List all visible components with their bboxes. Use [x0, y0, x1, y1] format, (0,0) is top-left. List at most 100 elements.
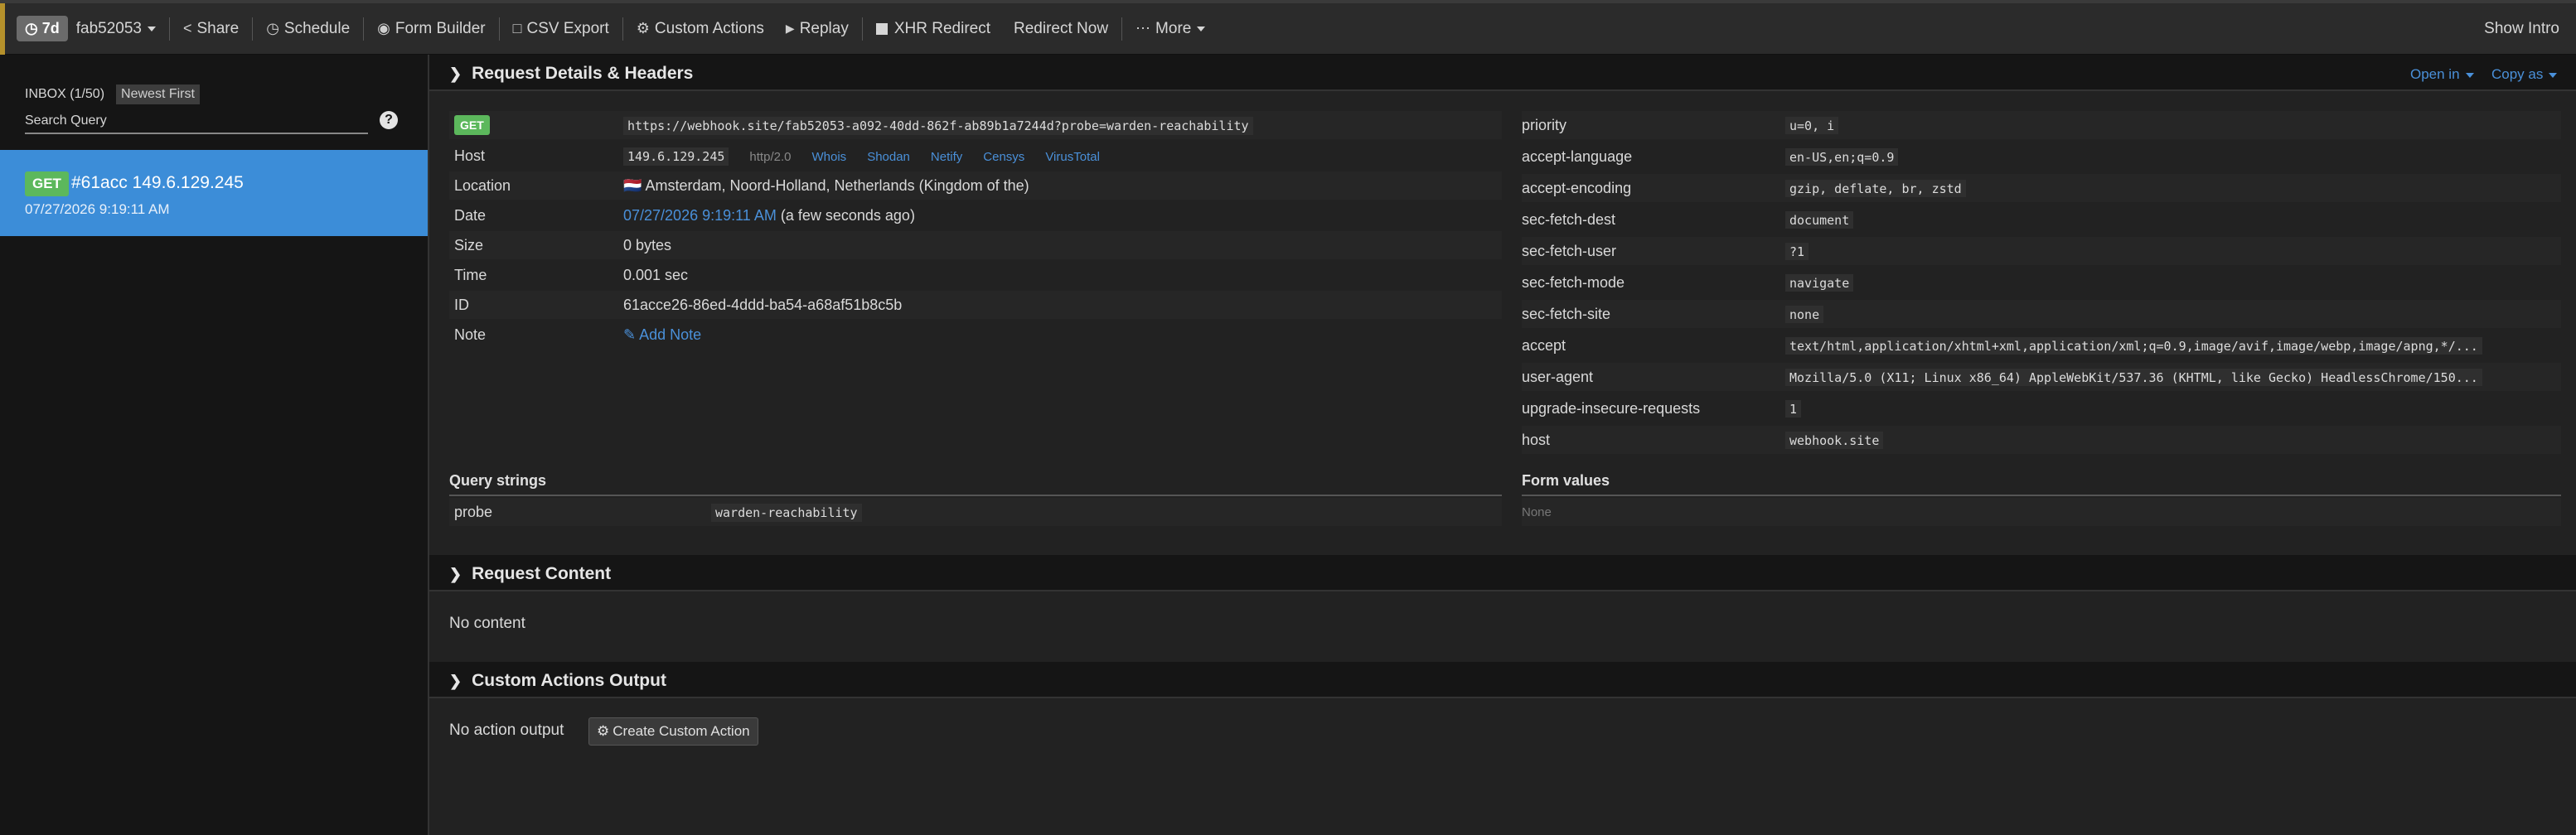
header-value-cell: document: [1785, 210, 1854, 229]
xhr-redirect-toggle[interactable]: XHR Redirect: [875, 20, 990, 38]
header-name: upgrade-insecure-requests: [1522, 399, 1701, 417]
netify-link[interactable]: Netify: [931, 150, 962, 164]
copy-as-dropdown[interactable]: Copy as: [2491, 66, 2558, 83]
host-label: Host: [454, 147, 486, 164]
chevron-down-icon: ❯: [449, 672, 462, 689]
caret-down-icon: [2465, 72, 2474, 78]
header-value: gzip, deflate, br, zstd: [1785, 179, 1966, 197]
request-url[interactable]: https://webhook.site/fab52053-a092-40dd-…: [623, 116, 1253, 135]
id-value: 61acce26-86ed-4ddd-ba54-a68af51b8c5b: [623, 296, 903, 313]
clock-icon: ◷: [25, 20, 38, 36]
header-value: none: [1785, 305, 1824, 323]
divider: [1522, 495, 2561, 496]
play-icon: ▶: [785, 22, 795, 35]
header-value-cell: text/html,application/xhtml+xml,applicat…: [1785, 336, 2482, 355]
header-value-cell: gzip, deflate, br, zstd: [1785, 179, 1966, 197]
redirect-now-button[interactable]: Redirect Now: [1014, 20, 1108, 38]
header-name: accept-encoding: [1522, 179, 1632, 196]
header-value: 1: [1785, 399, 1802, 418]
whois-link[interactable]: Whois: [811, 150, 846, 164]
header-name: host: [1522, 431, 1551, 448]
caret-down-icon: [147, 26, 156, 31]
location-value: Amsterdam, Noord-Holland, Netherlands (K…: [645, 176, 1029, 194]
gear-icon: ⚙: [636, 20, 650, 36]
open-in-dropdown[interactable]: Open in: [2410, 66, 2474, 83]
share-button[interactable]: < Share: [183, 20, 239, 38]
no-content-text: No content: [449, 615, 525, 632]
note-label: Note: [454, 326, 487, 343]
header-row: host webhook.site: [1522, 426, 2561, 454]
date-value[interactable]: 07/27/2026 9:19:11 AM: [623, 207, 777, 224]
header-value: webhook.site: [1785, 431, 1884, 449]
date-relative: (a few seconds ago): [780, 206, 915, 224]
query-string-row: probe warden-reachability: [449, 498, 1502, 526]
id-row: ID 61acce26-86ed-4ddd-ba54-a68af51b8c5b: [449, 291, 1502, 319]
censys-link[interactable]: Censys: [983, 150, 1024, 164]
caret-down-icon: [1197, 26, 1206, 31]
protocol-version: http/2.0: [749, 149, 792, 164]
form-values-empty: None: [1522, 504, 1552, 519]
netherlands-flag-icon: 🇳🇱: [623, 176, 642, 194]
accent-stripe: [0, 3, 5, 55]
show-intro-link[interactable]: Show Intro: [2484, 20, 2559, 38]
header-row: accept text/html,application/xhtml+xml,ap…: [1522, 331, 2561, 360]
url-row: GET https://webhook.site/fab52053-a092-4…: [449, 111, 1502, 139]
help-icon[interactable]: ?: [380, 111, 398, 129]
header-value-cell: none: [1785, 305, 1824, 323]
size-label: Size: [454, 236, 484, 253]
header-value-cell: 1: [1785, 399, 1802, 418]
header-row: accept-language en-US,en;q=0.9: [1522, 142, 2561, 171]
header-row: sec-fetch-dest document: [1522, 205, 2561, 234]
add-note-link[interactable]: ✎ Add Note: [623, 326, 701, 344]
form-builder-button[interactable]: ◉ Form Builder: [377, 20, 485, 38]
top-toolbar: ◷ 7d fab52053 < Share ◷ Schedule ◉ Form Bui…: [0, 0, 2576, 55]
inbox-count: INBOX (1/50): [25, 87, 105, 101]
more-dropdown[interactable]: ⋯ More: [1135, 20, 1206, 38]
eye-icon: ◉: [377, 20, 390, 36]
details-section-header[interactable]: ❯ Request Details & Headers Open in Copy …: [429, 55, 2576, 91]
header-name: priority: [1522, 116, 1567, 133]
header-value: Mozilla/5.0 (X11; Linux x86_64) AppleWeb…: [1785, 368, 2482, 386]
form-values-row: None: [1522, 498, 2561, 526]
toolbar-divider: [363, 17, 365, 41]
search-input[interactable]: [25, 109, 368, 134]
replay-button[interactable]: ▶ Replay: [786, 20, 849, 38]
size-row: Size 0 bytes: [449, 231, 1502, 259]
no-action-output-text: No action output: [449, 722, 564, 739]
method-badge: GET: [454, 115, 490, 135]
header-value-cell: webhook.site: [1785, 431, 1884, 449]
form-values-title: Form values: [1522, 472, 1610, 489]
caret-down-icon: [2549, 72, 2558, 78]
header-name: sec-fetch-user: [1522, 242, 1617, 259]
shodan-link[interactable]: Shodan: [867, 150, 910, 164]
inbox-header: INBOX (1/50) Newest First: [25, 84, 200, 104]
header-row: priority u=0, i: [1522, 111, 2561, 139]
header-name: accept-language: [1522, 147, 1633, 165]
schedule-button[interactable]: ◷ Schedule: [266, 20, 350, 38]
expiry-badge[interactable]: ◷ 7d: [17, 16, 68, 41]
file-icon: □: [512, 20, 522, 36]
custom-actions-section-header[interactable]: ❯ Custom Actions Output: [429, 662, 2576, 698]
size-value: 0 bytes: [623, 236, 672, 253]
virustotal-link[interactable]: VirusTotal: [1045, 150, 1100, 164]
header-value: en-US,en;q=0.9: [1785, 147, 1899, 166]
header-row: user-agent Mozilla/5.0 (X11; Linux x86_64…: [1522, 363, 2561, 391]
date-label: Date: [454, 206, 487, 224]
request-date: 07/27/2026 9:19:11 AM: [25, 201, 170, 217]
divider: [449, 495, 1502, 496]
toolbar-divider: [498, 17, 500, 41]
content-section-header[interactable]: ❯ Request Content: [429, 555, 2576, 591]
host-row: Host 149.6.129.245 http/2.0 Whois Shodan…: [449, 142, 1502, 170]
time-value: 0.001 sec: [623, 266, 689, 283]
header-row: upgrade-insecure-requests 1: [1522, 394, 2561, 422]
create-custom-action-button[interactable]: ⚙ Create Custom Action: [588, 717, 758, 746]
header-row: sec-fetch-mode navigate: [1522, 268, 2561, 297]
query-name: probe: [454, 503, 493, 520]
custom-actions-button[interactable]: ⚙ Custom Actions: [637, 20, 764, 38]
token-dropdown[interactable]: fab52053: [76, 20, 156, 38]
request-list-item[interactable]: GET #61acc 149.6.129.245 07/27/2026 9:19…: [0, 150, 428, 236]
sort-toggle[interactable]: Newest First: [116, 84, 200, 104]
time-row: Time 0.001 sec: [449, 261, 1502, 289]
location-label: Location: [454, 176, 511, 194]
csv-export-button[interactable]: □ CSV Export: [513, 20, 609, 38]
